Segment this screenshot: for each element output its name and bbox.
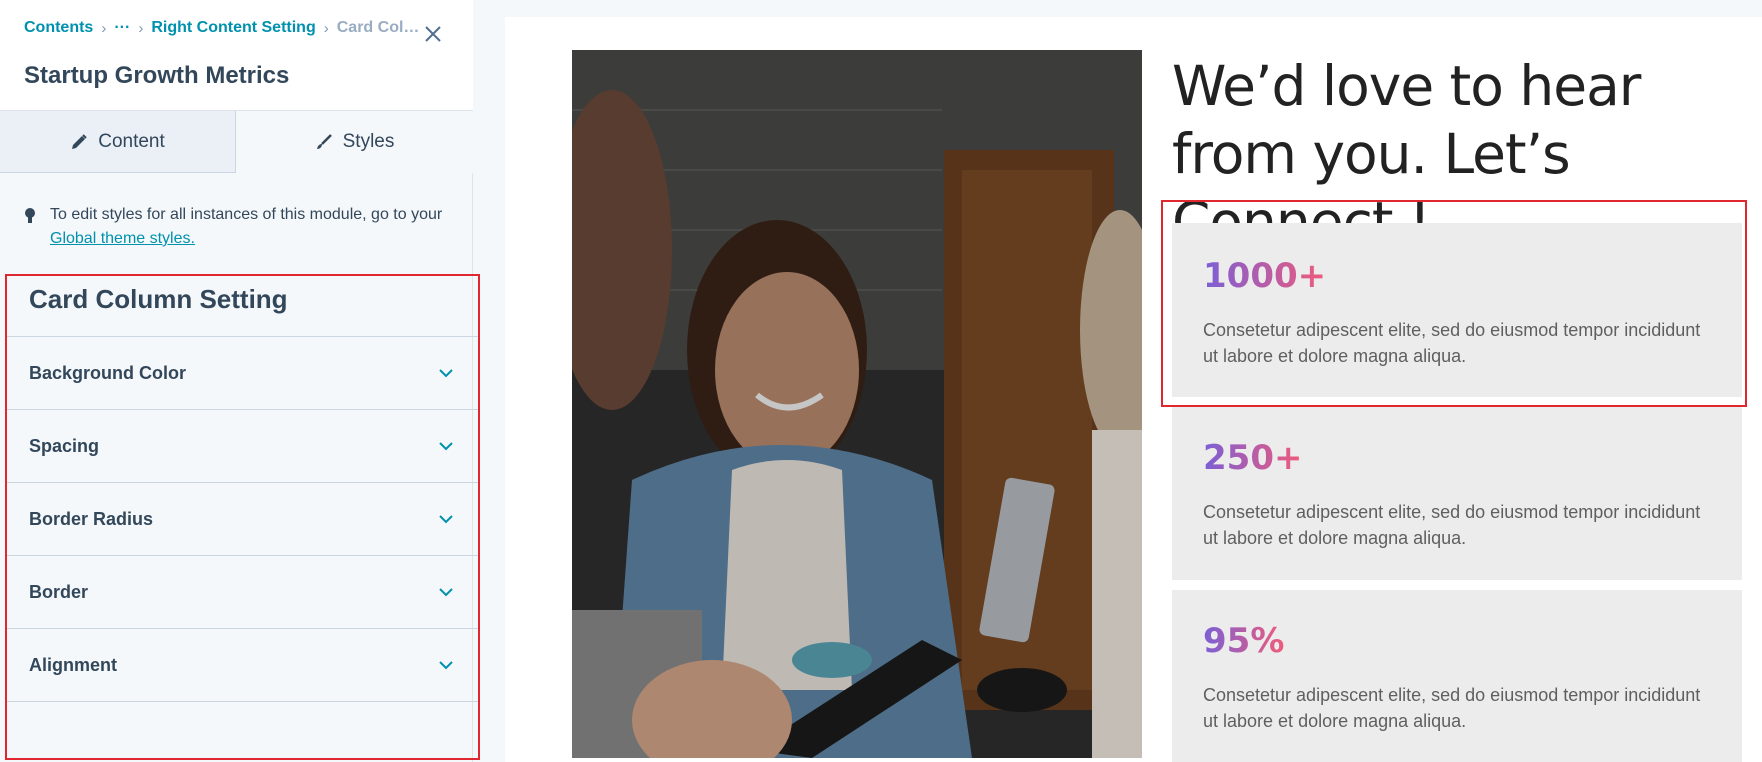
stat-card[interactable]: 95% Consetetur adipescent elite, sed do …	[1172, 590, 1742, 762]
close-icon[interactable]	[420, 22, 446, 48]
accordion-label: Alignment	[29, 654, 117, 675]
stat-card[interactable]: 250+ Consetetur adipescent elite, sed do…	[1172, 407, 1742, 580]
accordion-label: Spacing	[29, 435, 100, 456]
selected-card-highlight	[1161, 200, 1747, 407]
stat-description: Consetetur adipescent elite, sed do eius…	[1203, 502, 1701, 548]
tab-styles-label: Styles	[342, 131, 395, 152]
panel-title: Startup Growth Metrics	[24, 62, 290, 89]
accordion-spacing[interactable]: Spacing	[7, 410, 478, 483]
chevron-down-icon	[439, 588, 453, 597]
card-column-settings: Card Column Setting Background Color Spa…	[5, 274, 480, 760]
breadcrumb-current: Card Col…	[336, 19, 420, 36]
breadcrumb-separator-icon: ›	[138, 19, 144, 37]
chevron-down-icon	[439, 442, 453, 451]
global-styles-notice: To edit styles for all instances of this…	[24, 203, 444, 251]
accordion-alignment[interactable]: Alignment	[7, 629, 478, 702]
accordion-label: Border Radius	[29, 508, 154, 529]
stat-description: Consetetur adipescent elite, sed do eius…	[1203, 685, 1701, 731]
accordion-border-radius[interactable]: Border Radius	[7, 483, 478, 556]
stat-value: 250+	[1203, 438, 1303, 478]
editor-sidebar: Contents › ··· › Right Content Setting ›…	[0, 0, 480, 762]
breadcrumb-right-content-setting[interactable]: Right Content Setting	[151, 19, 315, 37]
breadcrumb-contents[interactable]: Contents	[24, 19, 93, 37]
card-column-setting-title: Card Column Setting	[29, 284, 288, 314]
accordion-label: Background Color	[29, 362, 187, 383]
photo-illustration	[572, 50, 1142, 758]
breadcrumb-separator-icon: ›	[323, 19, 329, 37]
stat-value: 95%	[1203, 621, 1285, 661]
tab-content[interactable]: Content	[0, 111, 236, 173]
breadcrumb-more[interactable]: ···	[114, 19, 130, 37]
accordion-border[interactable]: Border	[7, 556, 478, 629]
breadcrumb: Contents › ··· › Right Content Setting ›…	[24, 19, 419, 37]
tab-styles[interactable]: Styles	[236, 111, 473, 173]
chevron-down-icon	[439, 661, 453, 670]
team-photo	[572, 50, 1142, 758]
lightbulb-icon	[25, 208, 35, 223]
breadcrumb-separator-icon: ›	[101, 19, 107, 37]
chevron-down-icon	[439, 515, 453, 524]
sidebar-header: Contents › ··· › Right Content Setting ›…	[0, 0, 473, 111]
brush-icon	[316, 134, 332, 149]
accordion-background-color[interactable]: Background Color	[7, 337, 478, 410]
notice-text: To edit styles for all instances of this…	[50, 203, 444, 251]
notice-body: To edit styles for all instances of this…	[50, 206, 443, 223]
pencil-icon	[72, 133, 87, 149]
tab-content-label: Content	[98, 130, 165, 152]
tab-bar: Content Styles	[0, 111, 473, 173]
global-theme-styles-link[interactable]: Global theme styles.	[50, 230, 195, 247]
chevron-down-icon	[439, 369, 453, 378]
accordion-label: Border	[29, 581, 89, 602]
